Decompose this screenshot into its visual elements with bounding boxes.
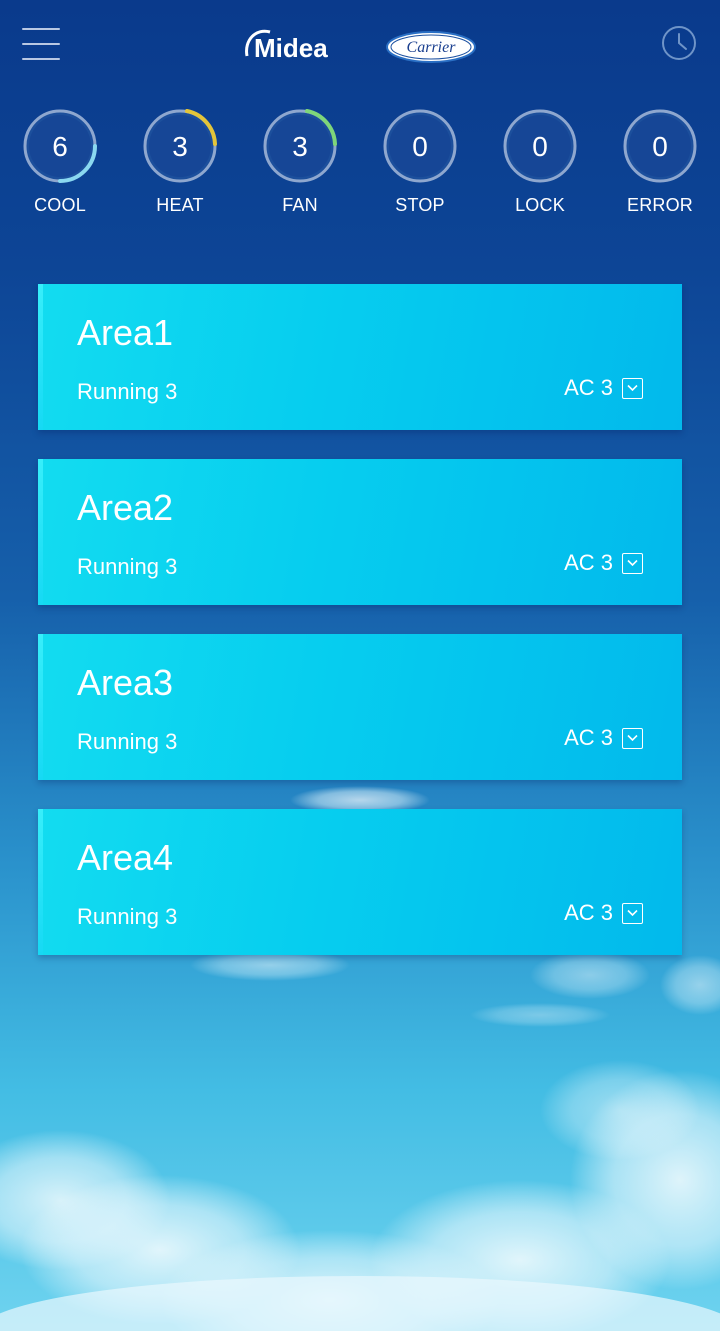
- status-cool[interactable]: 6 COOL: [4, 108, 114, 228]
- svg-text:Midea: Midea: [254, 33, 328, 63]
- status-heat[interactable]: 3 HEAT: [124, 108, 234, 228]
- area-running-count: Running 3: [77, 554, 178, 579]
- area-name: Area4: [77, 837, 174, 878]
- svg-text:Carrier: Carrier: [407, 39, 457, 56]
- area-name: Area1: [77, 312, 174, 353]
- error-label: ERROR: [626, 195, 693, 215]
- area-name: Area2: [77, 487, 174, 528]
- heat-count: 3: [172, 131, 188, 162]
- status-summary-row: 6 COOL 3 HEAT 3 FAN 0 STOP 0 LOCK 0 ERRO…: [0, 108, 720, 228]
- lock-label: LOCK: [515, 195, 565, 215]
- area-ac-count: AC 3: [564, 900, 613, 925]
- chevron-down-icon[interactable]: [622, 377, 643, 399]
- stop-count: 0: [412, 131, 428, 162]
- fan-label: FAN: [282, 195, 318, 215]
- area-running-count: Running 3: [77, 729, 178, 754]
- stop-label: STOP: [395, 195, 445, 215]
- area-ac-count: AC 3: [564, 550, 613, 575]
- area-card-1[interactable]: Area1 Running 3 AC 3: [38, 284, 682, 430]
- area-ac-dropdown[interactable]: AC 3: [564, 900, 643, 926]
- area-running-count: Running 3: [77, 379, 178, 404]
- area-running-count: Running 3: [77, 904, 178, 929]
- fan-count: 3: [292, 131, 308, 162]
- status-lock[interactable]: 0 LOCK: [484, 108, 594, 228]
- area-ac-count: AC 3: [564, 375, 613, 400]
- area-card-4[interactable]: Area4 Running 3 AC 3: [38, 809, 682, 955]
- area-card-2[interactable]: Area2 Running 3 AC 3: [38, 459, 682, 605]
- top-bar: Midea Carrier: [0, 0, 720, 90]
- area-name: Area3: [77, 662, 174, 703]
- error-count: 0: [652, 131, 668, 162]
- carrier-logo: Carrier: [386, 31, 476, 63]
- area-ac-count: AC 3: [564, 725, 613, 750]
- chevron-down-icon[interactable]: [622, 727, 643, 749]
- lock-count: 0: [532, 131, 548, 162]
- cool-label: COOL: [34, 195, 86, 215]
- status-error[interactable]: 0 ERROR: [604, 108, 714, 228]
- clock-icon[interactable]: [661, 25, 697, 61]
- midea-logo: Midea: [245, 29, 328, 63]
- chevron-down-icon[interactable]: [622, 552, 643, 574]
- heat-label: HEAT: [156, 195, 204, 215]
- status-fan[interactable]: 3 FAN: [244, 108, 354, 228]
- area-ac-dropdown[interactable]: AC 3: [564, 375, 643, 401]
- area-card-3[interactable]: Area3 Running 3 AC 3: [38, 634, 682, 780]
- chevron-down-icon[interactable]: [622, 902, 643, 924]
- status-stop[interactable]: 0 STOP: [364, 108, 474, 228]
- cool-count: 6: [52, 131, 68, 162]
- area-ac-dropdown[interactable]: AC 3: [564, 550, 643, 576]
- area-ac-dropdown[interactable]: AC 3: [564, 725, 643, 751]
- hamburger-menu-icon[interactable]: [22, 28, 60, 60]
